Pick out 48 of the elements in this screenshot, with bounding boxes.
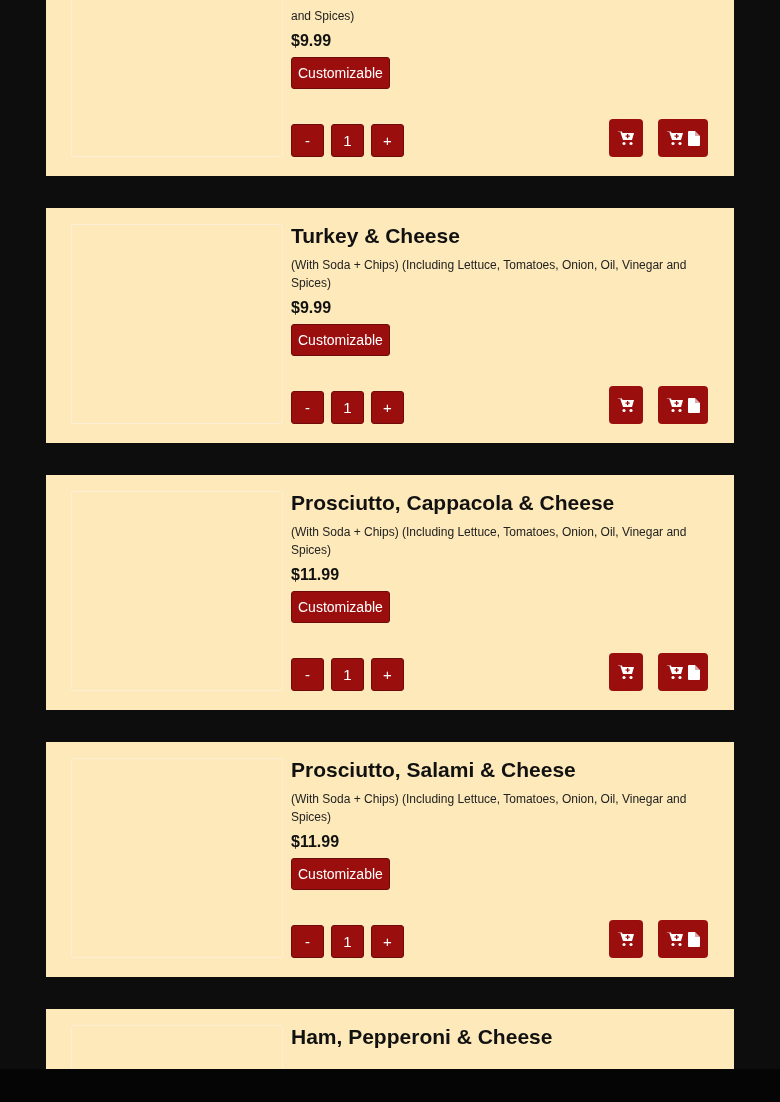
item-description: (With Soda + Chips) (Including Lettuce, Tomatoes, Onion, Oil, Vinegar and Spices) (291, 524, 688, 559)
add-to-cart-button[interactable] (609, 119, 643, 157)
cart-plus-icon (617, 931, 635, 947)
add-to-cart-button[interactable] (609, 653, 643, 691)
quantity-field[interactable]: 1 (331, 124, 364, 157)
add-to-cart-with-note-button[interactable] (658, 653, 708, 691)
item-title: Ham, Pepperoni & Cheese (291, 1025, 554, 1049)
quantity-field[interactable]: 1 (331, 925, 364, 958)
add-to-cart-button[interactable] (609, 920, 643, 958)
customizable-button[interactable]: Customizable (291, 591, 390, 623)
increase-button[interactable]: + (371, 925, 404, 958)
cart-plus-icon (617, 664, 635, 680)
decrease-button[interactable]: - (291, 391, 324, 424)
cart-plus-icon (666, 931, 684, 947)
decrease-button[interactable]: - (291, 658, 324, 691)
item-title: Prosciutto, Salami & Cheese (291, 758, 577, 782)
increase-button[interactable]: + (371, 391, 404, 424)
increase-button[interactable]: + (371, 658, 404, 691)
item-description: and Spices) (291, 8, 356, 25)
item-price: $9.99 (291, 31, 333, 51)
decrease-button[interactable]: - (291, 124, 324, 157)
decrease-button[interactable]: - (291, 925, 324, 958)
cart-plus-icon (617, 397, 635, 413)
item-description: (With Soda + Chips) (Including Lettuce, Tomatoes, Onion, Oil, Vinegar and Spices) (291, 791, 688, 826)
customizable-button[interactable]: Customizable (291, 324, 390, 356)
item-price: $11.99 (291, 565, 341, 585)
item-title: Turkey & Cheese (291, 224, 461, 248)
file-icon (688, 931, 700, 947)
quantity-field[interactable]: 1 (331, 658, 364, 691)
add-to-cart-button[interactable] (609, 386, 643, 424)
add-to-cart-with-note-button[interactable] (658, 920, 708, 958)
cart-plus-icon (666, 397, 684, 413)
add-to-cart-with-note-button[interactable] (658, 386, 708, 424)
item-price: $9.99 (291, 298, 333, 318)
add-to-cart-with-note-button[interactable] (658, 119, 708, 157)
cart-plus-icon (666, 664, 684, 680)
file-icon (688, 130, 700, 146)
cart-plus-icon (617, 130, 635, 146)
increase-button[interactable]: + (371, 124, 404, 157)
file-icon (688, 664, 700, 680)
customizable-button[interactable]: Customizable (291, 858, 390, 890)
customizable-button[interactable]: Customizable (291, 57, 390, 89)
item-description: (With Soda + Chips) (Including Lettuce, Tomatoes, Onion, Oil, Vinegar and Spices) (291, 257, 688, 292)
cart-plus-icon (666, 130, 684, 146)
item-price: $11.99 (291, 832, 341, 852)
quantity-field[interactable]: 1 (331, 391, 364, 424)
file-icon (688, 397, 700, 413)
item-title: Prosciutto, Cappacola & Cheese (291, 491, 616, 515)
